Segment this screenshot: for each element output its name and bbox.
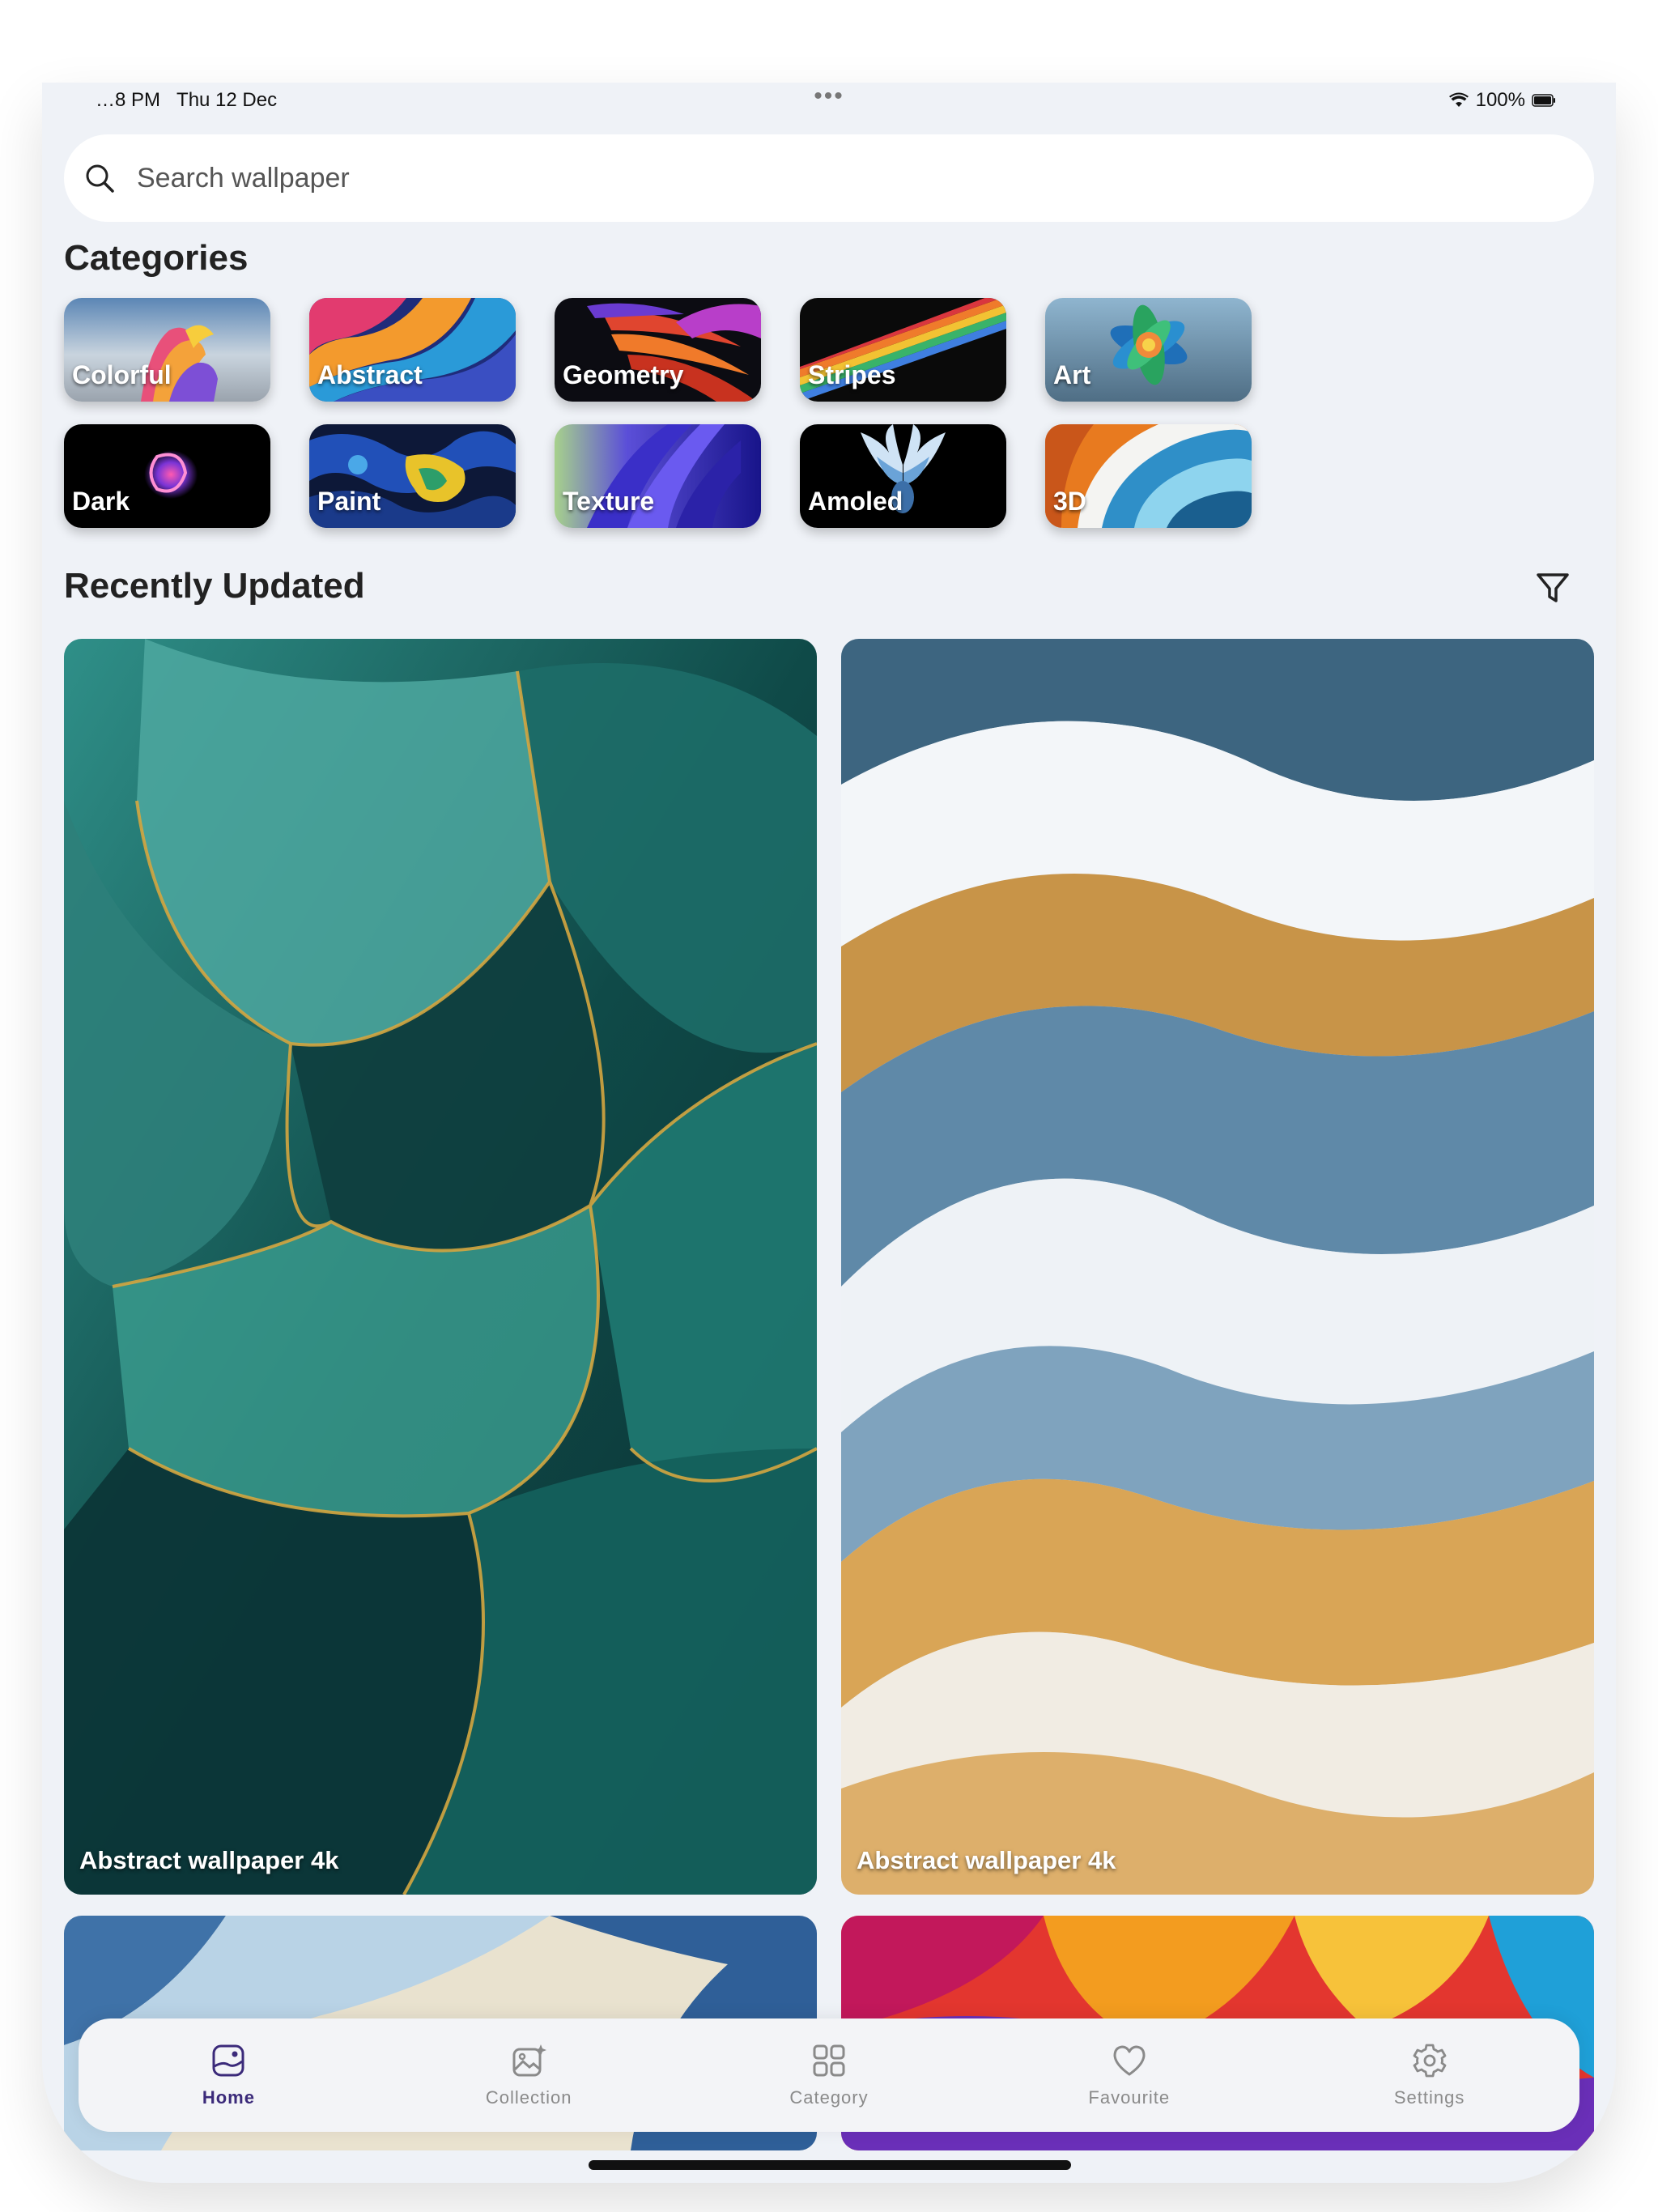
category-stripes[interactable]: Stripes	[800, 298, 1006, 402]
category-label: Stripes	[808, 360, 896, 389]
wallpaper-caption: Abstract wallpaper 4k	[857, 1846, 1116, 1874]
bottom-tab-bar: Home Collection Category Favourite Setti…	[79, 2018, 1579, 2132]
search-input[interactable]: Search wallpaper	[137, 163, 350, 194]
multitasking-dots[interactable]: •••	[814, 83, 844, 110]
tab-label: Favourite	[1088, 2087, 1171, 2108]
battery-icon	[1532, 94, 1555, 107]
category-label: Geometry	[563, 360, 684, 389]
search-bar[interactable]: Search wallpaper	[64, 134, 1594, 222]
categories-heading: Categories	[64, 238, 249, 278]
filter-icon[interactable]	[1533, 568, 1572, 607]
tab-label: Collection	[485, 2087, 572, 2108]
wifi-icon	[1448, 92, 1469, 107]
tab-collection[interactable]: Collection	[379, 2018, 679, 2132]
gear-icon	[1413, 2044, 1446, 2078]
category-label: Art	[1053, 360, 1091, 389]
category-label: Texture	[563, 487, 655, 516]
category-3d[interactable]: 3D	[1045, 424, 1252, 528]
category-label: Paint	[317, 487, 381, 516]
status-clock: …8 PM	[96, 89, 161, 111]
tab-home[interactable]: Home	[79, 2018, 379, 2132]
category-label: Abstract	[317, 360, 423, 389]
heart-icon	[1113, 2045, 1146, 2076]
wallpaper-caption: Abstract wallpaper 4k	[79, 1846, 339, 1874]
battery-percent: 100%	[1475, 89, 1525, 111]
category-amoled[interactable]: Amoled	[800, 424, 1006, 528]
home-indicator[interactable]	[589, 2160, 1071, 2170]
tab-label: Category	[789, 2087, 869, 2108]
status-date: Thu 12 Dec	[176, 89, 278, 111]
status-right: 100%	[1448, 89, 1556, 112]
search-icon	[86, 164, 114, 193]
tab-label: Home	[202, 2087, 255, 2108]
category-texture[interactable]: Texture	[555, 424, 761, 528]
app-screen: …8 PM Thu 12 Dec ••• 100% Search wallpap…	[42, 83, 1616, 2183]
category-label: Amoled	[808, 487, 903, 516]
wallpaper-card[interactable]: Abstract wallpaper 4k	[64, 639, 817, 1895]
category-abstract[interactable]: Abstract	[309, 298, 516, 402]
tab-settings[interactable]: Settings	[1279, 2018, 1579, 2132]
collection-icon	[512, 2044, 547, 2077]
category-geometry[interactable]: Geometry	[555, 298, 761, 402]
category-label: Dark	[72, 487, 130, 516]
tab-label: Settings	[1393, 2087, 1465, 2108]
category-icon	[813, 2044, 845, 2077]
teal-marble-image	[64, 639, 817, 1895]
home-icon	[212, 2044, 244, 2077]
recently-updated-heading: Recently Updated	[64, 566, 365, 606]
category-label: 3D	[1053, 487, 1086, 516]
category-colorful[interactable]: Colorful	[64, 298, 270, 402]
tab-favourite[interactable]: Favourite	[979, 2018, 1279, 2132]
tab-category[interactable]: Category	[679, 2018, 980, 2132]
silver-gold-waves-image	[841, 639, 1594, 1895]
status-time: …8 PM Thu 12 Dec	[96, 89, 277, 112]
category-dark[interactable]: Dark	[64, 424, 270, 528]
status-bar: …8 PM Thu 12 Dec ••• 100%	[42, 83, 1616, 128]
category-art[interactable]: Art	[1045, 298, 1252, 402]
category-label: Colorful	[72, 360, 172, 389]
wallpaper-card[interactable]: Abstract wallpaper 4k	[841, 639, 1594, 1895]
category-paint[interactable]: Paint	[309, 424, 516, 528]
